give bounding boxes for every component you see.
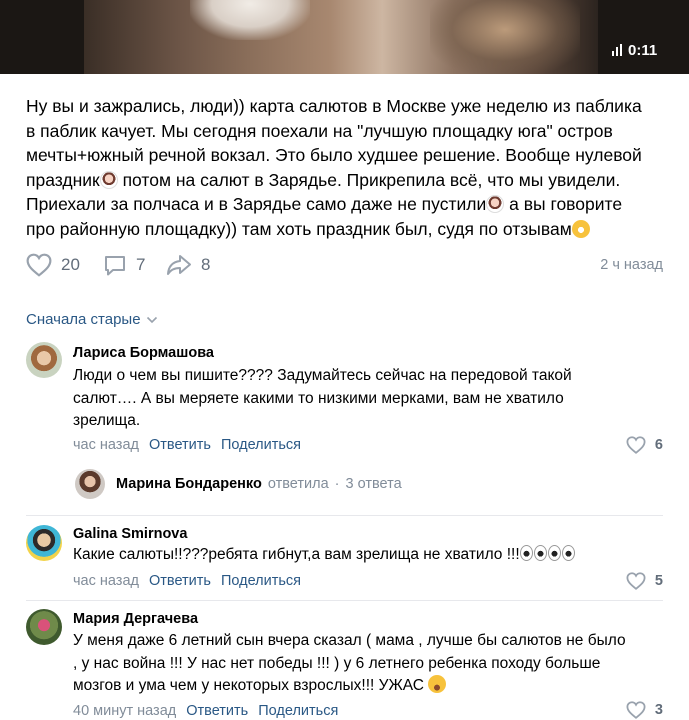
comment-text-line: Какие салюты!!???ребята гибнут,а вам зре… (73, 546, 520, 563)
comment-time[interactable]: час назад (73, 437, 139, 453)
facepalm-emoji-icon (486, 195, 505, 214)
divider (26, 515, 663, 516)
comment-text-line: салют…. А вы меряете какими то низкими м… (73, 389, 564, 407)
comment-text: Люди о чем вы пишите???? Задумайтесь сей… (73, 365, 663, 433)
avatar[interactable] (26, 609, 62, 645)
comment-text: У меня даже 6 летний сын вчера сказал ( … (73, 630, 663, 698)
comment-like-button[interactable]: 5 (626, 572, 663, 590)
avatar[interactable] (75, 469, 105, 499)
share-count: 8 (201, 255, 211, 274)
post-text-line: Ну вы и зажрались, люди)) карта салютов … (26, 96, 642, 116)
eyes-emoji-icon (519, 545, 533, 561)
comment-like-count: 3 (654, 702, 663, 718)
post-time[interactable]: 2 ч назад (600, 257, 663, 273)
heart-icon (626, 436, 646, 454)
eyes-emoji-icon (561, 545, 575, 561)
reply-thread[interactable]: Марина Бондаренко ответила · 3 ответа (75, 466, 402, 502)
comment-icon (105, 256, 125, 276)
share-arrow-icon (167, 255, 191, 275)
share-link[interactable]: Поделиться (221, 573, 301, 589)
comment-text-line: , у нас война !!! У нас нет победы !!! )… (73, 654, 601, 672)
reply-button[interactable]: Ответить (149, 573, 211, 589)
comment-author[interactable]: Мария Дергачева (73, 611, 198, 627)
post-actions: 20 7 8 2 ч назад (26, 253, 666, 279)
tired-face-emoji-icon (428, 675, 447, 693)
comment-text-line: мозгов и ума чем у некоторых взрослых!!!… (73, 677, 424, 694)
share-button[interactable]: 8 (166, 253, 210, 277)
share-link[interactable]: Поделиться (258, 703, 338, 719)
divider (26, 600, 663, 601)
grinning-emoji-icon (571, 219, 590, 238)
comment-button[interactable]: 7 (103, 253, 145, 277)
comment-text-line: Люди о чем вы пишите???? Задумайтесь сей… (73, 367, 572, 384)
comment-text-line: зрелища. (73, 412, 141, 429)
reply-author[interactable]: Марина Бондаренко (116, 476, 262, 492)
post-text-line: в паблик качует. Мы сегодня поехали на "… (26, 120, 613, 141)
comment-like-count: 6 (654, 437, 663, 453)
reply-count[interactable]: 3 ответа (345, 476, 401, 492)
video-frame-highlight (190, 0, 310, 40)
eyes-emoji-icon (533, 545, 547, 561)
comment-author[interactable]: Galina Smirnova (73, 526, 187, 542)
chevron-down-icon (146, 316, 157, 323)
video-player[interactable]: 0:11 (0, 0, 689, 74)
video-frame-highlight (430, 0, 580, 74)
post-text-line: мечты+южный речной вокзал. Это было худш… (26, 145, 642, 166)
comment-meta: час назад Ответить Поделиться (73, 437, 301, 453)
avatar[interactable] (26, 525, 62, 561)
reply-button[interactable]: Ответить (149, 437, 211, 453)
comment-text-line: У меня даже 6 летний сын вчера сказал ( … (73, 632, 626, 649)
heart-icon (26, 253, 52, 277)
equalizer-icon (612, 44, 622, 56)
like-count: 20 (61, 255, 80, 274)
heart-icon (626, 572, 646, 590)
comment-like-button[interactable]: 3 (626, 701, 663, 719)
avatar[interactable] (26, 342, 62, 378)
comment-sort-dropdown[interactable]: Сначала старые (26, 311, 158, 328)
post-text-line: Приехали за полчаса и в Зарядье само даж… (26, 194, 487, 215)
video-duration: 0:11 (628, 41, 658, 59)
facepalm-emoji-icon (99, 170, 118, 189)
comment-like-button[interactable]: 6 (626, 436, 663, 454)
comment-sort-label: Сначала старые (26, 311, 141, 328)
video-duration-badge: 0:11 (612, 40, 657, 60)
like-button[interactable]: 20 (26, 253, 80, 277)
comment-text: Какие салюты!!???ребята гибнут,а вам зре… (73, 544, 663, 567)
post-text-line: потом на салют в Зарядье. Прикрепила всё… (117, 169, 621, 190)
post-text-line: про районную площадку)) там хоть праздни… (26, 218, 572, 239)
comment-time[interactable]: 40 минут назад (73, 703, 176, 719)
reply-button[interactable]: Ответить (186, 703, 248, 719)
comment-like-count: 5 (654, 573, 663, 589)
reply-separator: · (334, 476, 340, 492)
comment-time[interactable]: час назад (73, 573, 139, 589)
comment-author[interactable]: Лариса Бормашова (73, 345, 214, 361)
post-text: Ну вы и зажрались, люди)) карта салютов … (26, 94, 666, 242)
share-link[interactable]: Поделиться (221, 437, 301, 453)
comment-meta: 40 минут назад Ответить Поделиться (73, 703, 338, 719)
reply-action: ответила (267, 476, 329, 492)
eyes-emoji-icon (547, 545, 561, 561)
heart-icon (626, 701, 646, 719)
comment-count: 7 (136, 255, 146, 274)
comment-meta: час назад Ответить Поделиться (73, 573, 301, 589)
post-text-line: праздник (26, 169, 100, 190)
post-text-line: а вы говорите (504, 194, 623, 215)
